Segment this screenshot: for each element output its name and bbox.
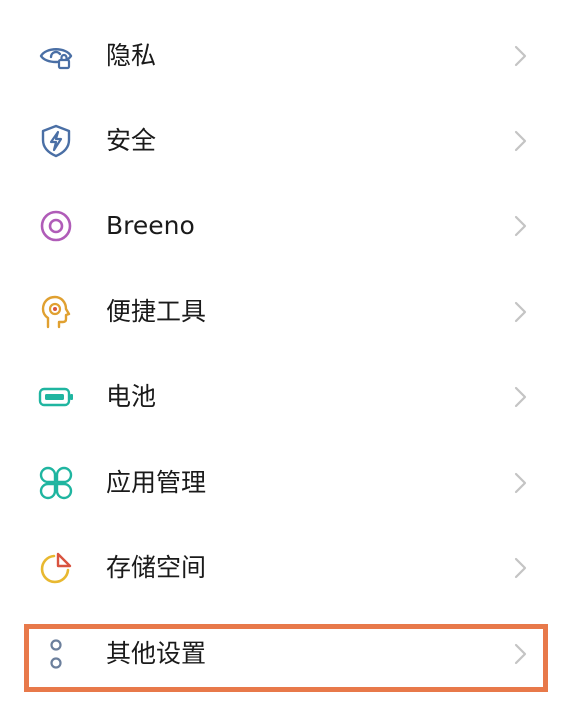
settings-item-label: 应用管理 [106,468,207,497]
settings-item-battery[interactable]: 电池 [0,357,570,437]
settings-item-app-management[interactable]: 应用管理 [0,443,570,523]
settings-item-label: 安全 [106,126,157,155]
settings-list: 隐私 安全 Breeno 便捷工具 电池 应用管理 存储空间 其他设置 [0,0,570,716]
settings-item-breeno[interactable]: Breeno [0,186,570,266]
settings-item-storage[interactable]: 存储空间 [0,528,570,608]
chevron-right-icon [510,471,530,495]
storage-pie-icon [38,550,74,586]
head-target-icon [38,294,74,330]
chevron-right-icon [510,385,530,409]
settings-item-security[interactable]: 安全 [0,101,570,181]
more-dots-icon [38,636,74,672]
settings-item-convenience-tools[interactable]: 便捷工具 [0,272,570,352]
settings-item-label: 便捷工具 [106,297,207,326]
chevron-right-icon [510,129,530,153]
chevron-right-icon [510,300,530,324]
battery-icon [38,379,74,415]
chevron-right-icon [510,642,530,666]
chevron-right-icon [510,214,530,238]
settings-item-label: Breeno [106,211,195,240]
settings-item-other-settings[interactable]: 其他设置 [0,614,570,694]
breeno-ring-icon [38,208,74,244]
security-shield-bolt-icon [38,123,74,159]
settings-item-label: 存储空间 [106,553,207,582]
settings-item-label: 其他设置 [106,639,207,668]
privacy-eye-lock-icon [38,38,74,74]
settings-item-label: 电池 [106,382,157,411]
chevron-right-icon [510,556,530,580]
settings-item-privacy[interactable]: 隐私 [0,16,570,96]
chevron-right-icon [510,44,530,68]
settings-item-label: 隐私 [106,41,157,70]
app-grid-icon [38,465,74,501]
